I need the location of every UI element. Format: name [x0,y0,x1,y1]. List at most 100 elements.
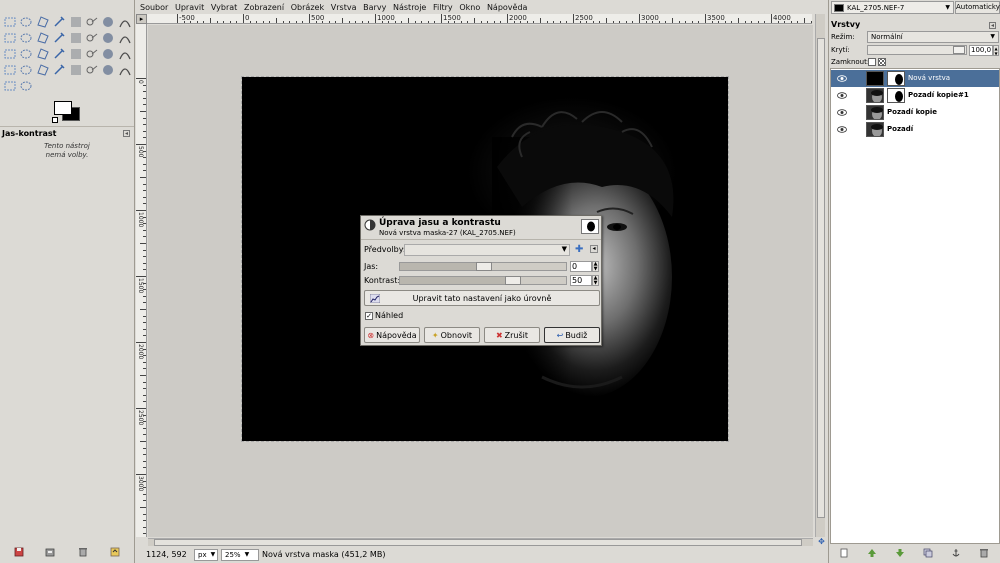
opacity-spin-arrows[interactable]: ▲ ▼ [993,45,999,56]
tool-heal-icon[interactable] [85,63,99,77]
layer-mask-thumbnail[interactable] [887,71,905,86]
contrast-spinbox[interactable]: 50 [570,275,592,286]
layer-thumbnail[interactable] [866,71,884,86]
layer-thumbnail[interactable] [866,105,884,120]
layer-mask-thumbnail[interactable] [887,88,905,103]
tool-ink-icon[interactable] [52,63,66,77]
raise-layer-icon[interactable] [867,548,877,558]
opacity-slider[interactable] [867,45,967,55]
menu-4[interactable]: Obrázek [291,3,324,12]
menu-7[interactable]: Nástroje [393,3,426,12]
contrast-spin-arrows[interactable]: ▲ ▼ [592,275,599,286]
menu-1[interactable]: Upravit [175,3,204,12]
menu-2[interactable]: Vybrat [211,3,237,12]
tool-blur-icon[interactable] [118,63,132,77]
tool-crop-icon[interactable] [85,31,99,45]
duplicate-layer-icon[interactable] [923,548,933,558]
zoom-select[interactable]: 25% ▼ [221,548,259,561]
layer-name[interactable]: Pozadí kopie [887,108,937,116]
tool-move-icon[interactable] [52,31,66,45]
layer-thumbnail[interactable] [866,88,884,103]
tool-blend-icon[interactable] [101,47,115,61]
image-selector[interactable]: KAL_2705.NEF-7 ▼ [831,1,954,14]
lock-pixels-checkbox[interactable] [868,58,876,66]
tool-flip-icon[interactable] [36,47,50,61]
image-menu-button[interactable]: ▸ [136,14,147,24]
ok-button[interactable]: ↩ Budiž [544,327,600,343]
tool-scissors-select-icon[interactable] [85,15,99,29]
menu-3[interactable]: Zobrazení [244,3,284,12]
layer-row[interactable]: Nová vrstva [831,70,999,87]
presets-menu-icon[interactable]: ◂ [590,245,598,253]
tool-paintbrush-icon[interactable] [3,63,17,77]
tool-paths-icon[interactable] [118,15,132,29]
lower-layer-icon[interactable] [895,548,905,558]
tool-zoom-icon[interactable] [19,31,33,45]
default-colors-icon[interactable] [52,117,58,123]
layer-thumbnail[interactable] [866,122,884,137]
tool-cage-icon[interactable] [52,47,66,61]
anchor-layer-icon[interactable] [951,548,961,558]
horizontal-scroll-thumb[interactable] [154,539,802,546]
unit-select[interactable]: px ▼ [194,548,218,561]
vertical-scrollbar[interactable] [815,14,825,537]
horizontal-scrollbar[interactable] [148,538,813,546]
vertical-ruler[interactable]: 0 500 1000 1500 2000 2500 3000 [136,24,147,537]
help-button[interactable]: ⊗ Nápověda [364,327,420,343]
tool-bucket-fill-icon[interactable] [85,47,99,61]
brightness-slider[interactable] [399,262,567,271]
menu-6[interactable]: Barvy [363,3,386,12]
horizontal-ruler[interactable]: -500 0 500 1000 1500 2000 2500 3000 3500 4000 [147,14,812,24]
tool-measure-icon[interactable] [36,31,50,45]
tool-airbrush-icon[interactable] [36,63,50,77]
menu-5[interactable]: Vrstva [331,3,357,12]
tool-ellipse-select-icon[interactable] [19,15,33,29]
brightness-spinbox[interactable]: 0 [570,261,592,272]
fg-bg-color-swatches[interactable] [52,99,82,125]
layer-name[interactable]: Pozadí [887,125,913,133]
menu-10[interactable]: Nápověda [487,3,528,12]
tool-color-picker-icon[interactable] [3,31,17,45]
lock-alpha-icon[interactable] [878,58,886,66]
tool-smudge-icon[interactable] [3,79,17,93]
new-layer-icon[interactable] [839,548,849,558]
vertical-scroll-thumb[interactable] [817,38,825,518]
preview-checkbox[interactable]: ✓ [365,312,373,320]
layer-list[interactable]: Nová vrstva Pozadí kopie#1 Pozadí kopie … [830,68,1000,544]
tool-free-select-icon[interactable] [36,15,50,29]
foreground-color-swatch[interactable] [54,101,72,115]
layer-name[interactable]: Pozadí kopie#1 [908,91,969,99]
tool-shear-icon[interactable] [3,47,17,61]
tool-rotate-icon[interactable] [101,31,115,45]
tool-foreground-select-icon[interactable] [101,15,115,29]
tool-rect-select-icon[interactable] [3,15,17,29]
layer-row[interactable]: Pozadí kopie [831,104,999,121]
delete-layer-icon[interactable] [979,548,989,558]
presets-combo[interactable]: ▼ [404,244,570,256]
menu-0[interactable]: Soubor [140,3,168,12]
brightness-slider-handle[interactable] [476,262,492,271]
tool-pencil-icon[interactable] [118,47,132,61]
menu-9[interactable]: Okno [459,3,480,12]
tool-options-menu-icon[interactable]: ◂ [123,130,130,137]
tool-perspective-clone-icon[interactable] [101,63,115,77]
contrast-slider[interactable] [399,276,567,285]
mode-select[interactable]: Normální ▼ [867,31,999,43]
menu-8[interactable]: Filtry [433,3,453,12]
save-options-icon[interactable] [14,547,24,557]
layers-menu-icon[interactable]: ◂ [989,22,996,29]
edit-as-levels-button[interactable]: Upravit tato nastavení jako úrovně [364,290,600,306]
delete-options-icon[interactable] [78,547,88,557]
visibility-eye-icon[interactable] [837,108,847,117]
brightness-spin-arrows[interactable]: ▲ ▼ [592,261,599,272]
restore-options-icon[interactable] [45,547,55,557]
reset-button[interactable]: ✦ Obnovit [424,327,480,343]
opacity-slider-handle[interactable] [953,46,965,54]
tool-fuzzy-select-icon[interactable] [52,15,66,29]
visibility-eye-icon[interactable] [837,91,847,100]
layer-row[interactable]: Pozadí [831,121,999,138]
tool-clone-icon[interactable] [69,63,83,77]
layer-name[interactable]: Nová vrstva [908,74,950,82]
contrast-slider-handle[interactable] [505,276,521,285]
cancel-button[interactable]: ✖ Zrušit [484,327,540,343]
